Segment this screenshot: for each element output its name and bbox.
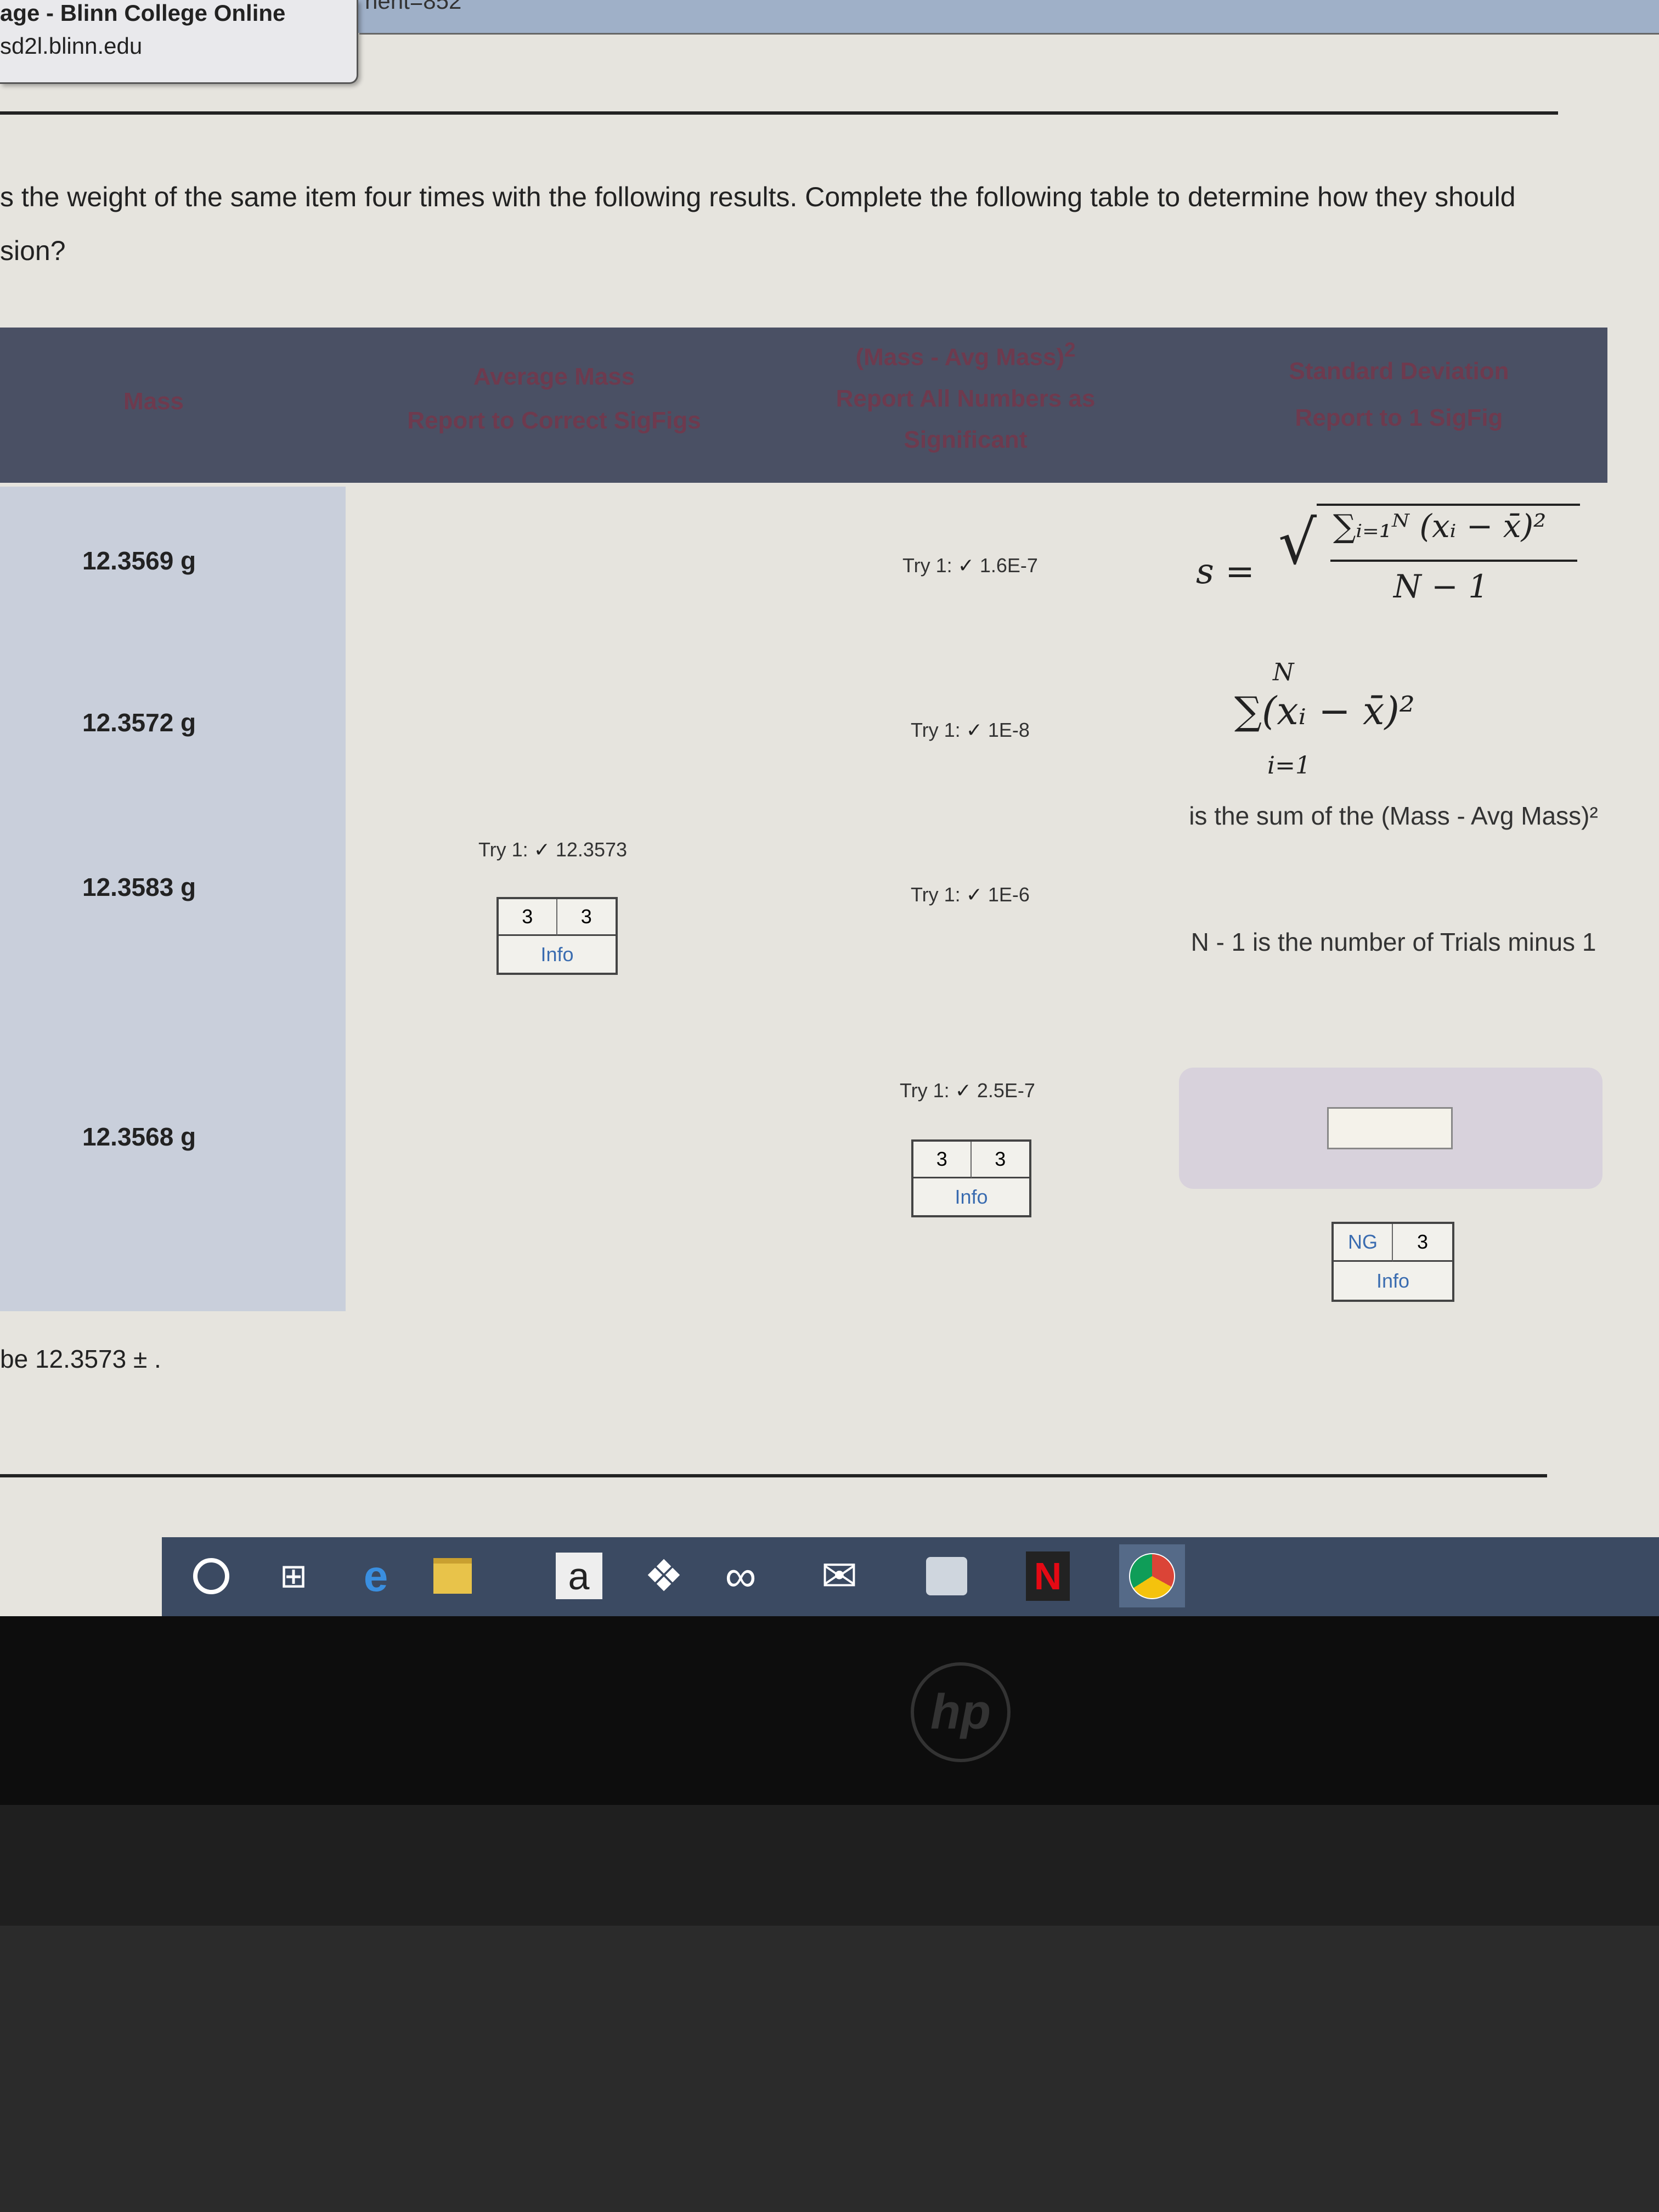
check-icon: ✓	[957, 554, 974, 577]
n-minus-1-note: N - 1 is the number of Trials minus 1	[1190, 928, 1596, 956]
sigfig-status: NG	[1334, 1224, 1393, 1262]
question-line-1: s the weight of the same item four times…	[0, 182, 1516, 212]
divider	[0, 111, 1558, 115]
sigfig-count: 3	[499, 899, 557, 936]
sqrt-icon: √	[1278, 507, 1317, 578]
try-label: Try 1:	[911, 719, 961, 741]
screen: nent=852 age - Blinn College Online sd2l…	[0, 0, 1659, 1616]
answer-line: be 12.3573 ± .	[0, 1345, 161, 1373]
square-value: 2.5E-7	[977, 1079, 1035, 1102]
cortana-icon[interactable]	[181, 1544, 241, 1607]
avg-mass-result: Try 1: ✓ 12.3573	[478, 838, 627, 861]
sqrt-bar	[1317, 504, 1580, 506]
info-link[interactable]: Info	[913, 1178, 1029, 1215]
tab-hover-card[interactable]: age - Blinn College Online sd2l.blinn.ed…	[0, 0, 358, 84]
laptop-bezel: hp	[0, 1616, 1659, 1805]
info-link[interactable]: Info	[499, 936, 616, 973]
std-dev-input[interactable]	[1327, 1107, 1453, 1149]
sum-note: is the sum of the (Mass - Avg Mass)²	[1189, 802, 1598, 830]
divider	[0, 1474, 1547, 1477]
header-sq-title: (Mass - Avg Mass)2	[795, 338, 1136, 371]
formula-denominator: N − 1	[1393, 568, 1489, 605]
header-sd-sub: Report to 1 SigFig	[1295, 404, 1503, 431]
table-header: Mass Average Mass Report to Correct SigF…	[0, 328, 1607, 483]
header-sq-text: (Mass - Avg Mass)	[855, 343, 1065, 371]
square-value: 1.6E-7	[979, 554, 1038, 577]
edge-icon[interactable]: e	[346, 1544, 406, 1607]
mass-value: 12.3568 g	[82, 1122, 196, 1151]
sum-lower: i=1	[1267, 752, 1311, 780]
square-result: Try 1: ✓ 1E-8	[911, 719, 1030, 742]
square-result: Try 1: ✓ 1.6E-7	[902, 554, 1038, 577]
netflix-label: N	[1026, 1551, 1070, 1601]
amazon-icon[interactable]: a	[549, 1544, 609, 1607]
formula-lhs: s =	[1196, 551, 1255, 592]
dropbox-icon[interactable]: ❖	[634, 1544, 694, 1607]
sigfig-count: 3	[1393, 1224, 1452, 1262]
header-avg-sub: Report to Correct SigFigs	[407, 407, 701, 434]
sd-sigfig-box: NG 3 Info	[1331, 1222, 1454, 1302]
infinity-icon[interactable]: ∞	[710, 1544, 771, 1607]
check-icon: ✓	[955, 1079, 972, 1102]
header-sq-sub2: Significant	[904, 426, 1028, 453]
sigfig-count: 3	[971, 1142, 1029, 1178]
divider	[359, 33, 1659, 35]
formula-numerator: ∑ᵢ₌₁ᴺ (xᵢ − x̄)²	[1333, 507, 1547, 545]
mass-value: 12.3569 g	[82, 546, 196, 575]
mass-value: 12.3583 g	[82, 873, 196, 901]
check-icon: ✓	[533, 838, 550, 861]
avg-mass-value: 12.3573	[555, 838, 628, 861]
square-value: 1E-6	[988, 883, 1030, 906]
mail-icon[interactable]: ✉	[809, 1544, 870, 1607]
sum-upper: N	[1273, 658, 1294, 686]
header-sq-sub1: Report All Numbers as	[836, 385, 1096, 412]
sigfig-count: 3	[557, 899, 616, 936]
hp-logo: hp	[911, 1662, 1011, 1762]
header-avg-title: Average Mass	[473, 363, 635, 390]
square-result: Try 1: ✓ 2.5E-7	[900, 1079, 1035, 1102]
try-label: Try 1:	[900, 1079, 950, 1102]
sigfig-count: 3	[913, 1142, 972, 1178]
task-view-icon[interactable]: ⊞	[263, 1544, 324, 1607]
netflix-icon[interactable]: N	[1018, 1544, 1078, 1607]
square-result: Try 1: ✓ 1E-6	[911, 883, 1030, 906]
chrome-icon[interactable]	[1119, 1544, 1185, 1607]
header-sq-sup: 2	[1064, 338, 1076, 361]
url-fragment: nent=852	[365, 0, 462, 14]
photos-icon[interactable]	[916, 1544, 977, 1607]
try-label: Try 1:	[911, 883, 961, 906]
laptop-deck	[0, 1926, 1659, 2212]
question-line-2: sion?	[0, 235, 66, 266]
try-label: Try 1:	[478, 838, 528, 861]
square-value: 1E-8	[988, 719, 1030, 741]
check-icon: ✓	[966, 883, 983, 906]
info-link[interactable]: Info	[1334, 1262, 1452, 1300]
header-mass: Mass	[123, 388, 184, 415]
header-sd-title: Standard Deviation	[1289, 358, 1509, 385]
tab-title: age - Blinn College Online	[0, 0, 286, 26]
sum-expression: ∑(xᵢ − x̄)²	[1234, 689, 1415, 733]
file-explorer-icon[interactable]	[422, 1544, 483, 1607]
amazon-label: a	[555, 1553, 602, 1599]
laptop-hinge	[0, 1805, 1659, 1926]
check-icon: ✓	[966, 719, 983, 741]
tab-url: sd2l.blinn.edu	[0, 33, 143, 59]
fraction-bar	[1330, 560, 1577, 562]
try-label: Try 1:	[902, 554, 952, 577]
avg-sigfig-box: 3 3 Info	[496, 897, 618, 975]
square-sigfig-box: 3 3 Info	[911, 1139, 1031, 1217]
mass-value: 12.3572 g	[82, 708, 196, 737]
